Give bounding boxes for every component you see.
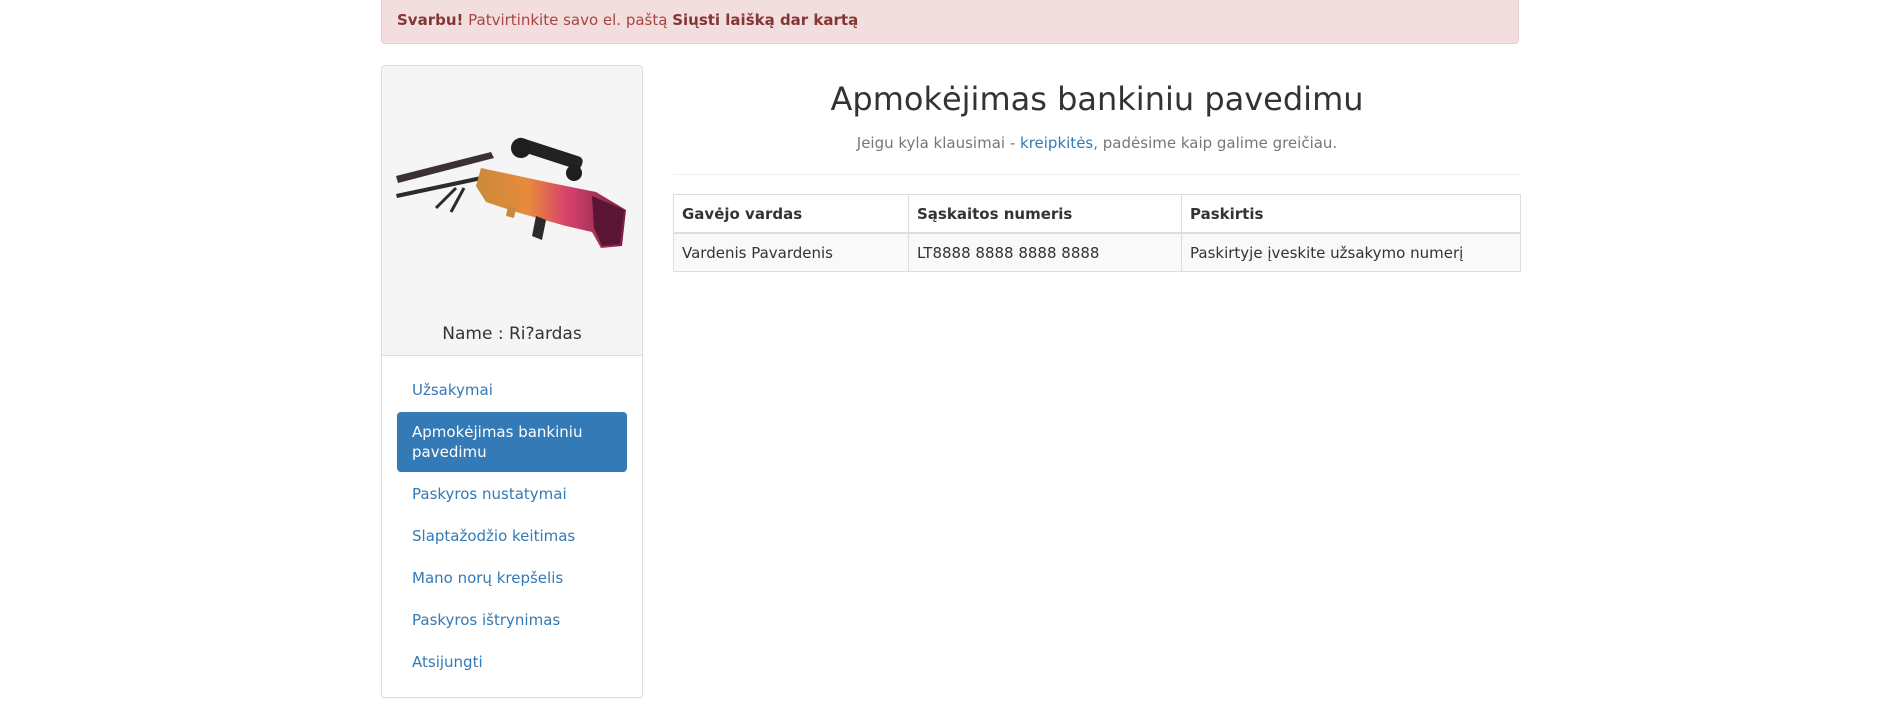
cell-account-number: LT8888 8888 8888 8888 xyxy=(908,232,1182,272)
sidebar-item-bank-transfer[interactable]: Apmokėjimas bankiniu pavedimu xyxy=(397,412,627,472)
divider xyxy=(673,174,1521,175)
header-purpose: Paskirtis xyxy=(1181,194,1521,234)
sidebar-item-delete-account[interactable]: Paskyros ištrynimas xyxy=(397,600,627,640)
profile-sidebar: Name : Ri?ardas Užsakymai Apmokėjimas ba… xyxy=(381,65,643,698)
header-recipient-name: Gavėjo vardas xyxy=(673,194,909,234)
contact-link[interactable]: kreipkitės xyxy=(1020,134,1093,152)
email-verification-alert: Svarbu! Patvirtinkite savo el. paštą Sių… xyxy=(381,0,1519,44)
awp-rifle-image xyxy=(396,137,626,248)
sidebar-item-wishlist[interactable]: Mano norų krepšelis xyxy=(397,558,627,598)
subtitle-text-before: Jeigu kyla klausimai - xyxy=(856,134,1021,152)
table-header-row: Gavėjo vardas Sąskaitos numeris Paskirti… xyxy=(673,194,1521,234)
sidebar-item-account-settings[interactable]: Paskyros nustatymai xyxy=(397,474,627,514)
page-subtitle: Jeigu kyla klausimai - kreipkitės, padės… xyxy=(673,134,1521,152)
sidebar-item-orders[interactable]: Užsakymai xyxy=(397,370,627,410)
page-title: Apmokėjimas bankiniu pavedimu xyxy=(830,80,1364,118)
resend-email-link[interactable]: Siųsti laišką dar kartą xyxy=(672,11,858,29)
subtitle-text-after: , padėsime kaip galime greičiau. xyxy=(1093,134,1338,152)
bank-details-table: Gavėjo vardas Sąskaitos numeris Paskirti… xyxy=(673,194,1521,272)
sidebar-item-logout[interactable]: Atsijungti xyxy=(397,642,627,682)
header-account-number: Sąskaitos numeris xyxy=(908,194,1182,234)
profile-name: Name : Ri?ardas xyxy=(442,324,582,344)
sidebar-item-password-change[interactable]: Slaptažodžio keitimas xyxy=(397,516,627,556)
alert-message: Patvirtinkite savo el. paštą xyxy=(463,11,673,29)
alert-important-label: Svarbu! xyxy=(397,11,464,29)
profile-header: Name : Ri?ardas xyxy=(382,66,642,356)
sidebar-nav: Užsakymai Apmokėjimas bankiniu pavedimu … xyxy=(397,370,627,684)
table-row: Vardenis Pavardenis LT8888 8888 8888 888… xyxy=(673,232,1521,272)
cell-recipient-name: Vardenis Pavardenis xyxy=(673,232,909,272)
cell-purpose: Paskirtyje įveskite užsakymo numerį xyxy=(1181,232,1521,272)
